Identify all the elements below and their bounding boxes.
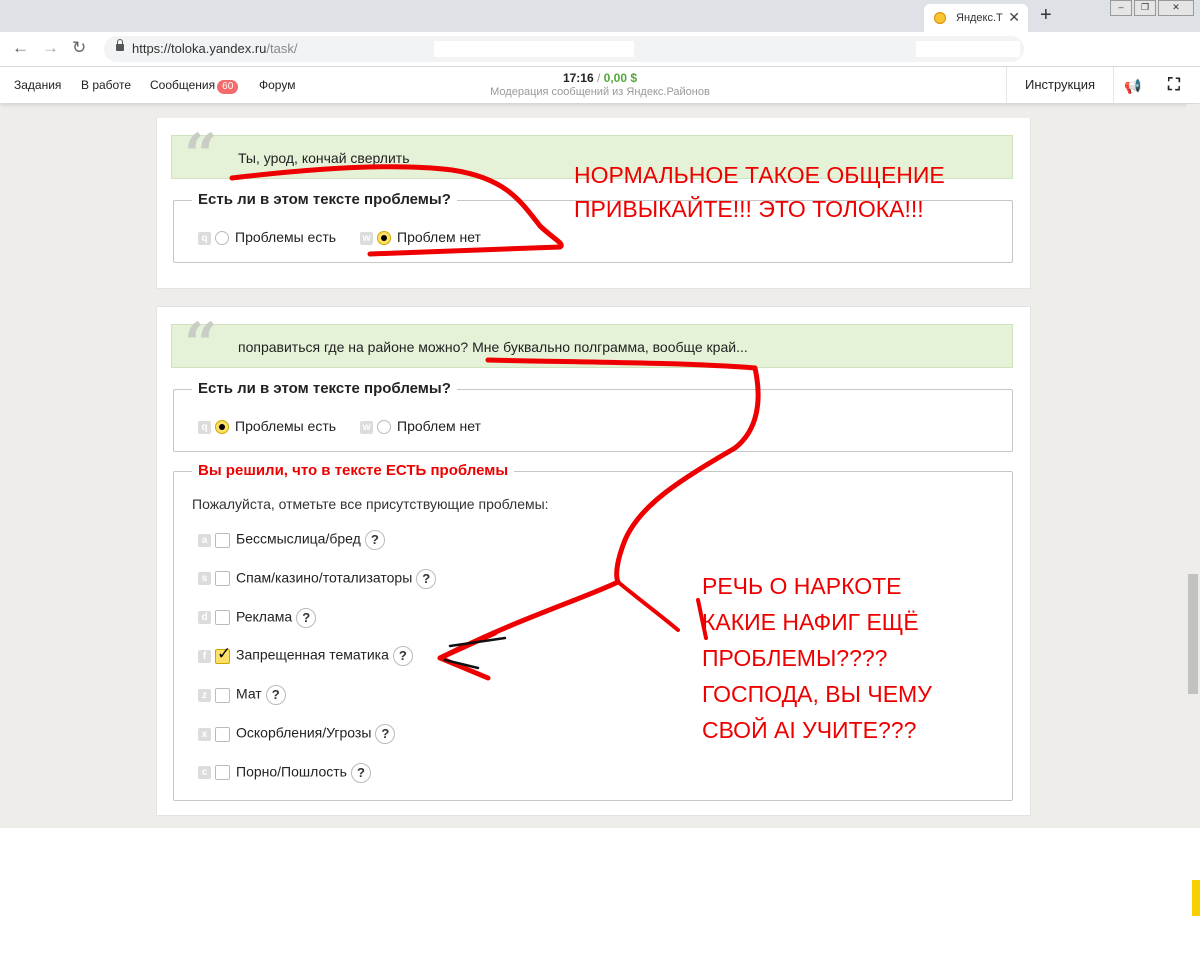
megaphone-icon[interactable]: 📢 [1124, 78, 1141, 95]
problem-option[interactable]: a Бессмыслица/бред? [198, 530, 385, 550]
menu-messages[interactable]: Сообщения 60 [150, 78, 239, 94]
quote-icon: “ [184, 121, 218, 189]
problem-label: Порно/Пошлость [236, 763, 347, 780]
problem-checkbox[interactable] [215, 532, 230, 548]
help-icon[interactable]: ? [392, 646, 413, 667]
problem-checkbox[interactable] [215, 644, 231, 664]
messages-badge: 60 [217, 80, 239, 94]
project-title: Модерация сообщений из Яндекс.Районов [490, 86, 710, 98]
message-quote: “ поправиться где на районе можно? Мне б… [171, 315, 1013, 373]
new-tab-icon[interactable]: + [1040, 4, 1052, 27]
option-problems-yes[interactable]: q Проблемы есть [198, 229, 336, 246]
problem-option[interactable]: c Порно/Пошлость? [198, 762, 371, 783]
problem-option[interactable]: d Реклама? [198, 607, 317, 628]
browser-tab-bar: Яндекс.Т ✕ + – ❐ ✕ [0, 0, 1200, 32]
problem-question: Есть ли в этом тексте проблемы? q Проблем… [173, 380, 1013, 452]
scrollbar[interactable] [1186, 104, 1200, 828]
option-problems-yes[interactable]: q Проблемы есть [198, 418, 336, 435]
help-icon[interactable]: ? [375, 724, 396, 744]
problems-legend: Вы решили, что в тексте ЕСТЬ проблемы [192, 462, 515, 479]
forward-icon[interactable]: → [42, 38, 59, 58]
help-icon[interactable]: ? [265, 685, 286, 706]
question-label: Есть ли в этом тексте проблемы? [192, 191, 457, 208]
minimize-icon[interactable]: – [1110, 0, 1132, 16]
menu-forum[interactable]: Форум [259, 78, 295, 92]
scrollbar-thumb[interactable] [1188, 574, 1198, 694]
back-icon[interactable]: ← [12, 38, 29, 58]
problem-label: Оскорбления/Угрозы [236, 724, 372, 741]
problem-option[interactable]: z Мат? [198, 685, 286, 706]
problem-option[interactable]: fЗапрещенная тематика? [198, 644, 413, 667]
menu-in-progress[interactable]: В работе [81, 78, 131, 92]
close-tab-icon[interactable]: ✕ [1008, 9, 1020, 26]
problem-label: Бессмыслица/бред [236, 530, 361, 547]
problem-label: Реклама [236, 608, 293, 625]
problem-checkbox[interactable] [215, 687, 230, 703]
option-problems-no[interactable]: w Проблем нет [360, 418, 481, 435]
problem-checkbox[interactable] [215, 765, 230, 781]
help-icon[interactable]: ? [350, 762, 371, 783]
message-text: Ты, урод, кончай сверлить [238, 150, 410, 166]
fullscreen-icon[interactable]: ⛶ [1168, 75, 1180, 95]
problems-hint: Пожалуйста, отметьте все присутствующие … [192, 496, 549, 512]
problem-checkbox[interactable] [215, 726, 230, 742]
yandex-favicon-icon [934, 12, 946, 24]
lock-icon [116, 39, 124, 51]
problem-label: Запрещенная тематика [236, 647, 389, 664]
help-icon[interactable]: ? [364, 530, 385, 550]
address-bar: ← → ↻ https://toloka.yandex.ru/task/ [0, 32, 1200, 67]
menu-tasks[interactable]: Задания [14, 78, 61, 92]
problem-checkbox[interactable] [215, 610, 230, 626]
problem-option[interactable]: x Оскорбления/Угрозы? [198, 724, 396, 744]
annotation-note-2: РЕЧЬ О НАРКОТЕ КАКИЕ НАФИГ ЕЩЁ ПРОБЛЕМЫ?… [702, 573, 932, 743]
tab-title: Яндекс.Т [956, 12, 1003, 24]
redacted-area [916, 41, 1020, 57]
redacted-area [806, 70, 1007, 100]
app-header: Задания В работе Сообщения 60 Форум 17:16… [0, 67, 1200, 103]
url-text: https://toloka.yandex.ru/task/ [132, 41, 298, 56]
option-problems-no[interactable]: w Проблем нет [360, 229, 481, 246]
problem-checkbox[interactable] [215, 571, 230, 587]
question-label: Есть ли в этом тексте проблемы? [192, 380, 457, 397]
message-text: поправиться где на районе можно? Мне бук… [238, 339, 748, 355]
reload-icon[interactable]: ↻ [72, 38, 86, 58]
url-field[interactable]: https://toloka.yandex.ru/task/ [104, 36, 1024, 62]
instruction-button[interactable]: Инструкция [1006, 67, 1114, 103]
redacted-area [434, 41, 634, 57]
problem-label: Спам/казино/тотализаторы [236, 569, 413, 586]
problem-option[interactable]: s Спам/казино/тотализаторы? [198, 568, 437, 589]
browser-tab[interactable]: Яндекс.Т ✕ [924, 4, 1028, 32]
page-bottom [0, 828, 1200, 960]
annotation-note-1: НОРМАЛЬНОЕ ТАКОЕ ОБЩЕНИЕ ПРИВЫКАЙТЕ!!! Э… [574, 162, 945, 222]
close-window-icon[interactable]: ✕ [1158, 0, 1194, 16]
problem-label: Мат [236, 685, 262, 702]
timer-balance: 17:16 / 0,00 $ [562, 71, 638, 85]
quote-icon: “ [184, 310, 218, 378]
help-icon[interactable]: ? [416, 568, 437, 589]
restore-icon[interactable]: ❐ [1134, 0, 1156, 16]
help-icon[interactable]: ? [296, 607, 317, 628]
yellow-marker [1192, 880, 1200, 916]
